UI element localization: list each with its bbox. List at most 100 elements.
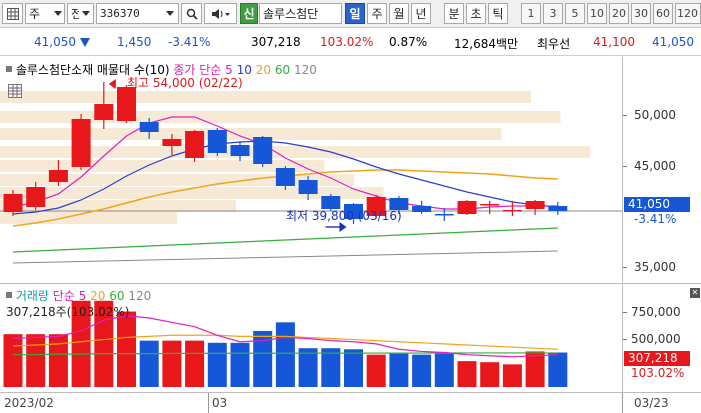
volume-bar	[48, 334, 68, 387]
volume-bar	[26, 334, 46, 387]
price-change-pct: -3.41%	[168, 35, 211, 49]
volume-bar	[117, 311, 136, 387]
ma20-legend: 20	[255, 63, 272, 77]
interval-60[interactable]: 60	[653, 3, 673, 24]
candle-body	[162, 139, 182, 146]
candle-body	[480, 204, 500, 206]
volume-chart-area[interactable]: 거래량 단순 5 20 60 120 307,218주(103.02%)	[0, 283, 622, 392]
candle-body	[502, 210, 522, 212]
mode-select-arrow[interactable]	[79, 3, 94, 24]
price-chart[interactable]	[0, 57, 622, 282]
interval-30[interactable]: 30	[631, 3, 651, 24]
tab-day[interactable]: 일	[345, 3, 365, 24]
time-axis: 2023/02 03 03/23	[0, 392, 701, 413]
volume-profile-bar	[0, 212, 177, 224]
current-price-value: 41,050	[34, 35, 76, 49]
panel-marker-icon	[6, 292, 12, 298]
price-axis-label: 50,000	[634, 108, 676, 122]
candle-body	[275, 168, 295, 186]
volume-ma5-legend: 5	[78, 289, 87, 303]
trade-amount: 12,684백만	[454, 37, 519, 51]
interval-5[interactable]: 5	[565, 3, 585, 24]
candle-body	[525, 201, 545, 209]
ma60-legend: 60	[274, 63, 291, 77]
volume-bar	[502, 364, 522, 387]
volume-profile-bar	[0, 91, 531, 103]
interval-label: 10	[590, 7, 604, 20]
low-price-label: 최저 39,800 (03/16)	[286, 209, 402, 223]
volume-axis: ✕ 750,000 500,000 307,218 103.02%	[622, 283, 701, 392]
tab-day-label: 일	[349, 7, 361, 21]
candle-body	[457, 201, 477, 214]
price-change: 1,450	[117, 35, 152, 49]
interval-label: 3	[549, 7, 557, 20]
volume-ratio: 103.02%	[320, 35, 374, 49]
current-price-tag: 41,050	[624, 197, 690, 212]
down-arrow-icon	[79, 38, 90, 47]
volume-panel-title: 거래량	[15, 289, 49, 303]
time-axis-label: 03/23	[634, 396, 669, 410]
tab-week[interactable]: 주	[367, 3, 387, 24]
tab-year[interactable]: 년	[411, 3, 431, 24]
high-arrow-head	[108, 79, 116, 89]
volume-bar	[457, 361, 477, 387]
time-axis-divider	[208, 393, 209, 413]
chevron-down-icon	[166, 11, 174, 16]
interval-3[interactable]: 3	[543, 3, 563, 24]
interval-10[interactable]: 10	[587, 3, 607, 24]
interval-label: 60	[656, 7, 670, 20]
speaker-icon	[211, 8, 230, 19]
volume-bar	[230, 342, 250, 387]
candle-body	[253, 137, 273, 164]
sound-button[interactable]	[204, 3, 237, 24]
current-change-label: -3.41%	[634, 212, 677, 226]
close-icon[interactable]: ✕	[690, 288, 700, 298]
volume-bar	[298, 348, 318, 387]
volume-bar	[366, 354, 386, 387]
candle-body	[548, 206, 568, 211]
tab-month-label: 월	[393, 7, 405, 21]
stock-name-field[interactable]: 솔루스첨단	[259, 3, 342, 24]
tab-week-label: 주	[371, 7, 383, 21]
volume-bar	[275, 322, 295, 387]
candle-body	[139, 122, 159, 132]
price-chart-area[interactable]: 솔루스첨단소재 매물대 수(10) 종가 단순 5 10 20 60 120 최…	[0, 57, 622, 282]
search-button[interactable]	[181, 3, 202, 24]
volume-panel-header: 거래량 단순 5 20 60 120	[6, 287, 151, 304]
candle-body	[48, 170, 68, 182]
interval-label: 20	[612, 7, 626, 20]
tab-year-label: 년	[415, 7, 427, 21]
volume-axis-tick-750000	[623, 312, 627, 313]
type-select-value: 주	[29, 7, 41, 21]
candle-body	[71, 119, 91, 167]
volume-ma120-legend: 120	[128, 289, 152, 303]
price-axis-tick-45000	[623, 166, 627, 167]
credit-badge[interactable]: 신	[240, 3, 258, 24]
candle-body	[230, 145, 250, 156]
price-axis-tick-35000	[623, 267, 627, 268]
search-icon	[186, 8, 198, 20]
price-axis-label: 35,000	[634, 260, 676, 274]
volume-ma60-legend: 60	[109, 289, 125, 303]
tab-month[interactable]: 월	[389, 3, 409, 24]
volume-bar	[185, 340, 205, 387]
ma120-line	[12, 250, 558, 264]
volume-axis-label: 500,000	[631, 332, 681, 346]
stock-code-input[interactable]: 336370	[96, 3, 179, 24]
chevron-down-icon	[54, 11, 62, 16]
volume-bar	[548, 352, 568, 387]
interval-label: 30	[634, 7, 648, 20]
tab-second[interactable]: 초	[466, 3, 486, 24]
tab-tick[interactable]: 틱	[488, 3, 508, 24]
interval-20[interactable]: 20	[609, 3, 629, 24]
tab-minute[interactable]: 분	[444, 3, 464, 24]
grid-menu-button[interactable]	[2, 3, 23, 24]
toolbar: 주 전 336370 신 솔루스첨단 일 주 월 년 분 초 틱 1 3 5 1…	[0, 0, 701, 28]
type-select[interactable]: 주	[25, 3, 65, 24]
bid-price: 41,050	[652, 35, 694, 49]
table-toggle-button[interactable]	[8, 84, 22, 98]
interval-1[interactable]: 1	[521, 3, 541, 24]
interval-120[interactable]: 120	[675, 3, 701, 24]
tab-minute-label: 분	[448, 7, 460, 21]
volume-bar	[434, 353, 454, 387]
